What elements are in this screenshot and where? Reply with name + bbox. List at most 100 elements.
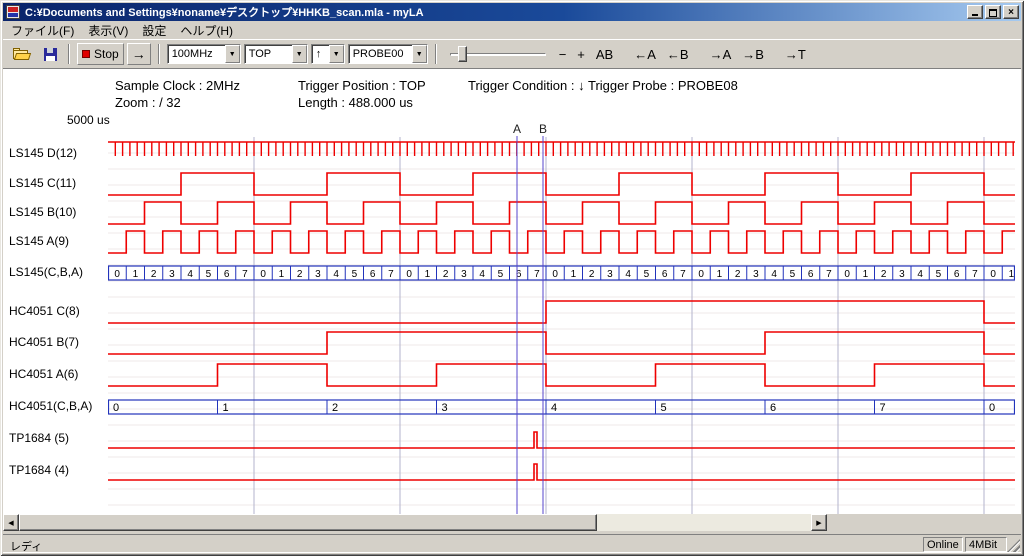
run-button[interactable]: → xyxy=(127,43,151,65)
channel-label-hc4051-c: HC4051 C(8) xyxy=(9,304,80,318)
window-controls: × xyxy=(965,5,1019,19)
chevron-down-icon[interactable]: ▼ xyxy=(412,45,427,63)
app-window: C:¥Documents and Settings¥noname¥デスクトップ¥… xyxy=(0,0,1024,556)
svg-text:7: 7 xyxy=(680,269,686,280)
clock-select[interactable]: 100MHz▼ xyxy=(167,44,241,64)
svg-text:2: 2 xyxy=(332,402,338,414)
time-scale-label: 5000 us xyxy=(67,113,110,127)
menubar: ファイル(F) 表示(V) 設定 ヘルプ(H) xyxy=(3,21,1021,39)
svg-text:0: 0 xyxy=(844,269,850,280)
menu-view[interactable]: 表示(V) xyxy=(81,21,135,40)
save-button[interactable] xyxy=(39,43,61,65)
svg-text:4: 4 xyxy=(187,269,193,280)
menu-settings[interactable]: 設定 xyxy=(135,21,173,40)
chevron-down-icon[interactable]: ▼ xyxy=(225,45,240,63)
svg-text:1: 1 xyxy=(133,269,139,280)
svg-text:6: 6 xyxy=(954,269,960,280)
maximize-button[interactable] xyxy=(985,5,1001,19)
zoom-out-button[interactable]: − xyxy=(555,46,571,63)
svg-text:2: 2 xyxy=(297,269,303,280)
clock-select-value: 100MHz xyxy=(168,45,225,63)
svg-text:1: 1 xyxy=(863,269,869,280)
svg-text:2: 2 xyxy=(443,269,449,280)
info-sample-clock: Sample Clock : 2MHz xyxy=(115,78,240,93)
minimize-button[interactable] xyxy=(967,5,983,19)
ab-cursor-button[interactable]: AB xyxy=(592,46,617,63)
scroll-track[interactable] xyxy=(597,514,811,531)
stop-button[interactable]: Stop xyxy=(77,43,124,65)
maximize-icon xyxy=(989,9,997,17)
svg-text:A: A xyxy=(513,123,521,136)
scroll-thumb[interactable] xyxy=(19,514,597,531)
svg-text:3: 3 xyxy=(169,269,175,280)
jump-a-right-button[interactable]: →A xyxy=(706,46,736,63)
svg-text:7: 7 xyxy=(972,269,978,280)
svg-text:0: 0 xyxy=(113,402,119,414)
open-button[interactable] xyxy=(9,43,36,65)
svg-text:0: 0 xyxy=(698,269,704,280)
stop-label: Stop xyxy=(94,47,119,61)
svg-text:0: 0 xyxy=(114,269,120,280)
svg-text:4: 4 xyxy=(625,269,631,280)
svg-text:5: 5 xyxy=(352,269,358,280)
probe-select[interactable]: PROBE00▼ xyxy=(348,44,428,64)
zoom-in-button[interactable]: + xyxy=(573,46,589,63)
jump-b-right-button[interactable]: →B xyxy=(738,46,768,63)
resize-grip[interactable] xyxy=(1007,539,1020,552)
svg-text:2: 2 xyxy=(589,269,595,280)
svg-text:3: 3 xyxy=(899,269,905,280)
svg-text:4: 4 xyxy=(479,269,485,280)
scroll-right-button[interactable]: ▶ xyxy=(811,514,827,531)
scroll-left-button[interactable]: ◀ xyxy=(3,514,19,531)
waveform-display[interactable]: 0123456701234567012345670123456701234567… xyxy=(108,123,1015,514)
app-icon-detail xyxy=(8,7,18,12)
menu-help[interactable]: ヘルプ(H) xyxy=(173,21,240,40)
stop-icon xyxy=(82,50,90,58)
jump-b-left-button[interactable]: ←B xyxy=(663,46,693,63)
run-arrow-icon: → xyxy=(132,46,146,62)
toolbar-separator xyxy=(68,44,70,64)
chevron-down-icon[interactable]: ▼ xyxy=(329,45,344,63)
close-button[interactable]: × xyxy=(1003,5,1019,19)
svg-text:6: 6 xyxy=(662,269,668,280)
svg-text:1: 1 xyxy=(223,402,229,414)
status-online: Online xyxy=(923,537,963,552)
trigger-position-value: TOP xyxy=(245,45,292,63)
svg-text:4: 4 xyxy=(917,269,923,280)
svg-text:3: 3 xyxy=(315,269,321,280)
jump-a-left-button[interactable]: ←A xyxy=(630,46,660,63)
svg-text:6: 6 xyxy=(808,269,814,280)
chevron-down-icon[interactable]: ▼ xyxy=(292,45,307,63)
channel-label-tp1684-4: TP1684 (4) xyxy=(9,463,69,477)
svg-text:7: 7 xyxy=(242,269,248,280)
svg-text:0: 0 xyxy=(989,402,995,414)
titlebar: C:¥Documents and Settings¥noname¥デスクトップ¥… xyxy=(3,3,1021,21)
svg-text:1: 1 xyxy=(1009,269,1015,280)
svg-text:1: 1 xyxy=(717,269,723,280)
svg-text:3: 3 xyxy=(607,269,613,280)
svg-text:1: 1 xyxy=(571,269,577,280)
channel-label-ls145-d: LS145 D(12) xyxy=(9,146,77,160)
trigger-position-select[interactable]: TOP▼ xyxy=(244,44,308,64)
svg-text:7: 7 xyxy=(880,402,886,414)
menu-file[interactable]: ファイル(F) xyxy=(4,21,81,40)
svg-text:3: 3 xyxy=(461,269,467,280)
channel-label-ls145-c: LS145 C(11) xyxy=(9,176,76,190)
zoom-slider-thumb[interactable] xyxy=(458,46,467,62)
channel-label-hc4051-bus: HC4051(C,B,A) xyxy=(9,399,92,413)
probe-select-value: PROBE00 xyxy=(349,45,412,63)
zoom-slider[interactable] xyxy=(450,43,546,65)
scrollbar-filler xyxy=(827,514,1021,531)
info-trigger-condition: Trigger Condition : ↓ xyxy=(468,78,585,93)
trigger-edge-select[interactable]: ↑▼ xyxy=(311,44,345,64)
app-icon[interactable] xyxy=(6,5,20,19)
jump-trigger-button[interactable]: →T xyxy=(781,46,810,63)
svg-text:2: 2 xyxy=(151,269,157,280)
svg-text:6: 6 xyxy=(370,269,376,280)
trigger-edge-value: ↑ xyxy=(312,45,329,63)
svg-text:5: 5 xyxy=(206,269,212,280)
svg-text:4: 4 xyxy=(551,402,557,414)
info-zoom: Zoom : / 32 xyxy=(115,95,181,110)
svg-text:0: 0 xyxy=(990,269,996,280)
channel-label-hc4051-b: HC4051 B(7) xyxy=(9,335,79,349)
